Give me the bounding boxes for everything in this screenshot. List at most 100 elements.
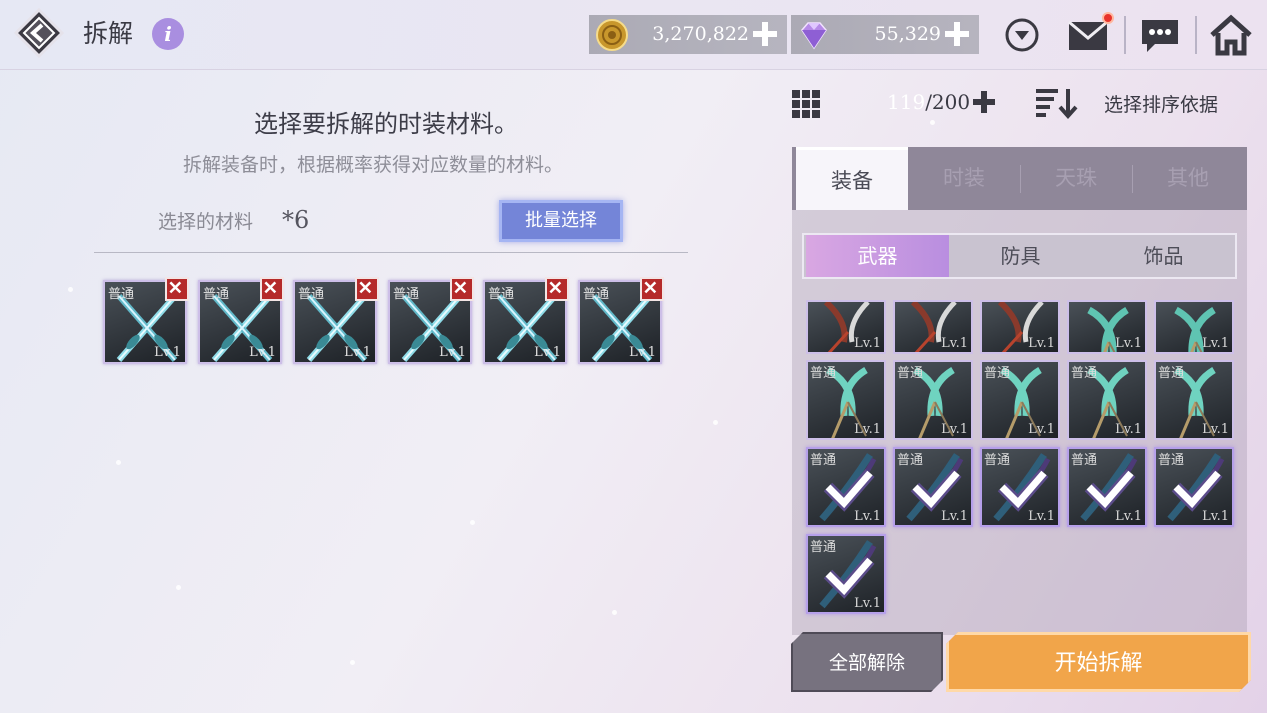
inventory-item[interactable]: 普通 Lv.1 bbox=[806, 447, 886, 527]
rarity-label: 普通 bbox=[810, 453, 837, 468]
gold-coin-icon bbox=[596, 19, 628, 51]
back-button[interactable] bbox=[13, 7, 65, 59]
inventory-item[interactable]: 普通 Lv.1 bbox=[1067, 360, 1147, 440]
dropdown-icon[interactable] bbox=[1005, 18, 1039, 52]
chat-icon[interactable] bbox=[1139, 17, 1181, 55]
disassemble-subheading: 拆解装备时，根据概率获得对应数量的材料。 bbox=[183, 154, 564, 176]
level-label: Lv.1 bbox=[1115, 336, 1142, 351]
batch-select-button[interactable]: 批量选择 bbox=[499, 200, 623, 242]
diamond-value: 55,329 bbox=[874, 23, 941, 45]
rarity-label: 普通 bbox=[583, 287, 610, 302]
rarity-label: 普通 bbox=[298, 287, 325, 302]
rarity-label: 普通 bbox=[984, 453, 1011, 468]
subtab-armor[interactable]: 防具 bbox=[949, 235, 1092, 277]
section-divider bbox=[94, 252, 688, 253]
rarity-label: 普通 bbox=[1071, 366, 1098, 381]
category-tabs: 装备 时装 天珠 其他 bbox=[792, 147, 1247, 210]
level-label: Lv.1 bbox=[854, 422, 881, 437]
divider bbox=[1195, 16, 1197, 54]
sort-icon[interactable] bbox=[1036, 87, 1078, 119]
level-label: Lv.1 bbox=[854, 509, 881, 524]
level-label: Lv.1 bbox=[249, 345, 276, 360]
inventory-item[interactable]: 普通 Lv.1 bbox=[1154, 360, 1234, 440]
close-icon[interactable] bbox=[260, 277, 284, 301]
inventory-item[interactable]: Lv.1 bbox=[806, 300, 886, 354]
sort-dropdown[interactable]: 选择排序依据 bbox=[1104, 90, 1218, 117]
inventory-max: /200 bbox=[925, 90, 971, 114]
inventory-item[interactable]: Lv.1 bbox=[980, 300, 1060, 354]
sparkle bbox=[470, 520, 475, 525]
inventory-item[interactable]: Lv.1 bbox=[1067, 300, 1147, 354]
tab-orb[interactable]: 天珠 bbox=[1020, 147, 1132, 210]
inventory-item[interactable]: 普通 Lv.1 bbox=[980, 447, 1060, 527]
level-label: Lv.1 bbox=[1202, 336, 1229, 351]
diamond-counter: 55,329 bbox=[791, 15, 979, 54]
subtab-weapon[interactable]: 武器 bbox=[806, 235, 949, 277]
close-icon[interactable] bbox=[450, 277, 474, 301]
tab-equipment[interactable]: 装备 bbox=[796, 147, 908, 210]
sparkle bbox=[68, 287, 73, 292]
weapon-type-subtabs: 武器 防具 饰品 bbox=[802, 233, 1237, 279]
inventory-item[interactable]: 普通 Lv.1 bbox=[1067, 447, 1147, 527]
level-label: Lv.1 bbox=[1028, 336, 1055, 351]
rarity-label: 普通 bbox=[810, 366, 837, 381]
close-icon[interactable] bbox=[640, 277, 664, 301]
clear-all-button[interactable]: 全部解除 bbox=[791, 632, 943, 692]
subtab-accessory[interactable]: 饰品 bbox=[1092, 235, 1235, 277]
info-icon[interactable]: i bbox=[152, 18, 184, 50]
rarity-label: 普通 bbox=[984, 366, 1011, 381]
start-disassemble-button[interactable]: 开始拆解 bbox=[946, 632, 1251, 692]
expand-inventory-icon[interactable] bbox=[972, 90, 996, 114]
level-label: Lv.1 bbox=[941, 509, 968, 524]
rarity-label: 普通 bbox=[203, 287, 230, 302]
divider bbox=[1124, 16, 1126, 54]
plus-icon[interactable] bbox=[943, 20, 971, 48]
home-icon[interactable] bbox=[1209, 14, 1253, 56]
level-label: Lv.1 bbox=[1115, 509, 1142, 524]
plus-icon[interactable] bbox=[751, 20, 779, 48]
grid-icon[interactable] bbox=[792, 90, 820, 118]
gold-counter: 3,270,822 bbox=[589, 15, 787, 54]
sparkle bbox=[612, 610, 617, 615]
inventory-item[interactable]: 普通 Lv.1 bbox=[806, 360, 886, 440]
tab-costume[interactable]: 时装 bbox=[908, 147, 1020, 210]
back-icon bbox=[13, 7, 65, 59]
rarity-label: 普通 bbox=[108, 287, 135, 302]
inventory-item[interactable]: Lv.1 bbox=[893, 300, 973, 354]
sparkle bbox=[350, 660, 355, 665]
rarity-label: 普通 bbox=[488, 287, 515, 302]
inventory-capacity: 119/200 bbox=[887, 90, 970, 114]
inventory-item[interactable]: Lv.1 bbox=[1154, 300, 1234, 354]
rarity-label: 普通 bbox=[1158, 453, 1185, 468]
page-title: 拆解 bbox=[83, 19, 134, 48]
close-icon[interactable] bbox=[545, 277, 569, 301]
rarity-label: 普通 bbox=[1158, 366, 1185, 381]
selected-materials-label: 选择的材料 bbox=[158, 211, 254, 233]
inventory-item[interactable]: 普通 Lv.1 bbox=[806, 534, 886, 614]
inventory-item[interactable]: 普通 Lv.1 bbox=[1154, 447, 1234, 527]
inventory-item[interactable]: 普通 Lv.1 bbox=[893, 360, 973, 440]
inventory-item[interactable]: 普通 Lv.1 bbox=[893, 447, 973, 527]
level-label: Lv.1 bbox=[439, 345, 466, 360]
level-label: Lv.1 bbox=[1028, 509, 1055, 524]
gold-value: 3,270,822 bbox=[652, 23, 749, 45]
mail-icon[interactable] bbox=[1067, 12, 1115, 52]
close-icon[interactable] bbox=[355, 277, 379, 301]
inventory-item[interactable]: 普通 Lv.1 bbox=[980, 360, 1060, 440]
sparkle bbox=[116, 460, 121, 465]
rarity-label: 普通 bbox=[897, 453, 924, 468]
level-label: Lv.1 bbox=[1202, 422, 1229, 437]
level-label: Lv.1 bbox=[854, 596, 881, 611]
level-label: Lv.1 bbox=[154, 345, 181, 360]
rarity-label: 普通 bbox=[810, 540, 837, 555]
sparkle bbox=[930, 120, 935, 125]
tab-other[interactable]: 其他 bbox=[1132, 147, 1244, 210]
sparkle bbox=[176, 585, 181, 590]
top-bar: 拆解 i 3,270,822 55,329 bbox=[0, 0, 1267, 70]
level-label: Lv.1 bbox=[941, 336, 968, 351]
sparkle bbox=[713, 420, 718, 425]
level-label: Lv.1 bbox=[629, 345, 656, 360]
level-label: Lv.1 bbox=[854, 336, 881, 351]
inventory-current: 119 bbox=[887, 90, 926, 114]
close-icon[interactable] bbox=[165, 277, 189, 301]
